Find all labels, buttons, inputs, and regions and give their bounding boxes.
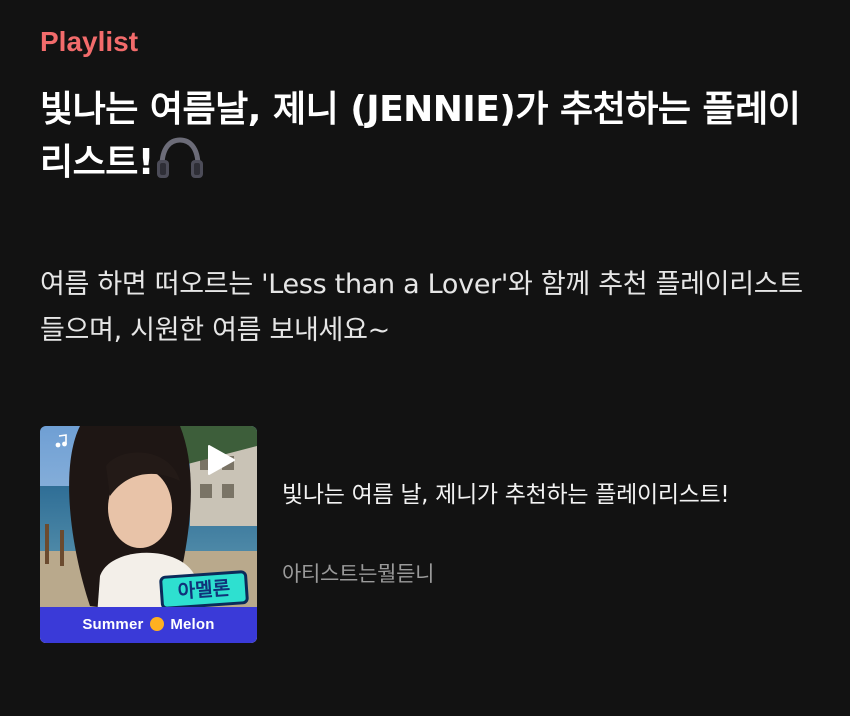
section-label: Playlist — [40, 26, 139, 57]
brand-bar: Summer Melon — [40, 607, 257, 643]
playlist-description: 여름 하면 떠오르는 'Less than a Lover'와 함께 추천 플레… — [40, 269, 803, 346]
playlist-curator[interactable]: 아티스트는뭘듣니 — [282, 558, 434, 588]
brand-left: Summer — [82, 616, 144, 633]
music-note-icon — [55, 434, 67, 448]
brand-right: Melon — [170, 616, 215, 633]
playlist-title[interactable]: 빛나는 여름 날, 제니가 추천하는 플레이리스트! — [282, 478, 812, 512]
playlist-thumbnail[interactable]: 아멜론 Summer Melon — [40, 426, 257, 643]
playlist-card[interactable]: 아멜론 Summer Melon 빛나는 여름 날, 제니가 추천하는 플레이리… — [40, 426, 820, 644]
sun-icon — [149, 617, 164, 631]
cover-badge: 아멜론 — [158, 569, 250, 611]
headphones-icon — [154, 136, 206, 180]
play-icon[interactable] — [206, 444, 236, 476]
page-title: 빛나는 여름날, 제니 (JENNIE)가 추천하는 플레이리스트! — [40, 84, 810, 189]
